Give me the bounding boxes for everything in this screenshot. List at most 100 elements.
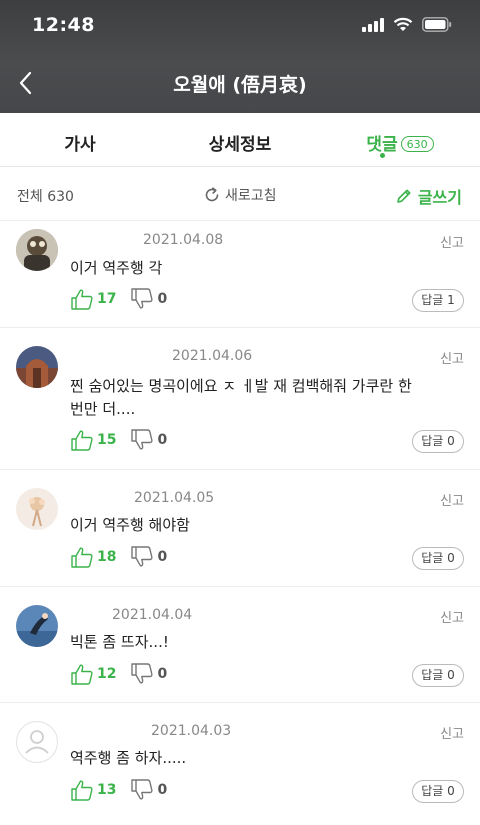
refresh-label: 새로고침	[225, 188, 277, 204]
comment-item: 2021.04.06 신고 찐 숨어있는 명곡이에요 ㅈ ㅔ발 재 컴백해줘 가…	[0, 328, 480, 470]
comment-date: 2021.04.05	[134, 490, 215, 506]
status-bar: 12:48	[32, 14, 452, 42]
avatar-image	[16, 346, 58, 388]
signal-icon	[362, 17, 384, 32]
like-button[interactable]: 15	[70, 429, 116, 451]
username	[70, 607, 106, 623]
avatar[interactable]	[16, 488, 58, 530]
thumbs-up-icon	[71, 289, 93, 310]
comment-text: 이거 역주행 각	[70, 259, 163, 277]
comment-text: 빅톤 좀 뜨자...!	[70, 633, 169, 651]
reply-button[interactable]: 답글 0	[412, 664, 464, 687]
comment-date: 2021.04.03	[151, 723, 232, 739]
write-label: 글쓰기	[417, 188, 462, 207]
tab-label: 상세정보	[208, 135, 272, 155]
avatar-image	[16, 229, 58, 271]
dislike-count: 0	[157, 432, 168, 448]
pencil-icon	[397, 189, 411, 203]
report-button[interactable]: 신고	[440, 723, 464, 742]
like-count: 15	[97, 432, 117, 448]
comment-text: 이거 역주행 해야함	[70, 516, 190, 534]
blurred-username	[70, 348, 166, 364]
status-icons	[362, 17, 452, 32]
dislike-button[interactable]: 0	[130, 429, 167, 451]
comment-count-badge: 630	[400, 136, 434, 152]
like-count: 12	[97, 666, 117, 682]
dislike-count: 0	[157, 291, 168, 307]
like-count: 13	[97, 782, 117, 798]
like-button[interactable]: 13	[70, 779, 116, 801]
tab-label: 댓글	[366, 135, 398, 155]
username	[70, 348, 166, 364]
comment-date: 2021.04.08	[143, 232, 224, 248]
refresh-icon	[205, 187, 219, 202]
like-button[interactable]: 12	[70, 663, 116, 685]
total-count: 전체 630	[17, 189, 74, 205]
comment-item: 2021.04.03 신고 역주행 좀 하자..... 13 0 답글 0	[0, 703, 480, 825]
comment-item: 2021.04.08 신고 이거 역주행 각 17 0 답글 1	[0, 222, 480, 328]
nav-bar: 오월애 (俉月哀)	[0, 58, 480, 108]
comment-item: 2021.04.05 신고 이거 역주행 해야함 18 0 답글 0	[0, 470, 480, 587]
report-button[interactable]: 신고	[440, 232, 464, 251]
wifi-icon	[393, 17, 413, 31]
comment-text: 찐 숨어있는 명곡이에요 ㅈ ㅔ발 재 컴백해줘 가쿠란 한번만 더....	[70, 377, 412, 418]
report-button[interactable]: 신고	[440, 607, 464, 626]
tab-bar: 가사 상세정보 댓글 630	[0, 113, 480, 167]
comment-actions: 18 0	[70, 546, 167, 568]
thumbs-down-icon	[131, 546, 154, 567]
username	[70, 232, 135, 248]
default-user-icon	[25, 730, 49, 754]
comment-actions: 13 0	[70, 779, 167, 801]
avatar[interactable]	[16, 229, 58, 271]
dislike-count: 0	[157, 782, 168, 798]
page-title: 오월애 (俉月哀)	[173, 74, 307, 96]
tab-details[interactable]: 상세정보	[160, 113, 320, 166]
reply-button[interactable]: 답글 0	[412, 430, 464, 453]
thumbs-down-icon	[131, 663, 154, 684]
thumbs-down-icon	[131, 429, 154, 450]
status-time: 12:48	[32, 14, 95, 36]
comment-item: 2021.04.04 신고 빅톤 좀 뜨자...! 12 0 답글 0	[0, 587, 480, 703]
dislike-button[interactable]: 0	[130, 663, 167, 685]
comment-toolbar: 전체 630 새로고침 글쓰기	[0, 167, 480, 221]
app-header: 12:48 오월애 (俉月哀)	[0, 0, 480, 113]
like-count: 18	[97, 549, 117, 565]
like-count: 17	[97, 291, 117, 307]
comment-actions: 12 0	[70, 663, 167, 685]
like-button[interactable]: 18	[70, 546, 116, 568]
tab-comments[interactable]: 댓글 630	[320, 113, 480, 166]
thumbs-up-icon	[71, 664, 93, 685]
like-button[interactable]: 17	[70, 288, 116, 310]
comment-actions: 15 0	[70, 429, 167, 451]
report-button[interactable]: 신고	[440, 490, 464, 509]
dislike-button[interactable]: 0	[130, 779, 167, 801]
reply-button[interactable]: 답글 0	[412, 547, 464, 570]
refresh-button[interactable]: 새로고침	[203, 185, 277, 205]
username	[70, 490, 128, 506]
avatar-image	[16, 605, 58, 647]
write-comment-button[interactable]: 글쓰기	[395, 184, 462, 208]
tab-lyrics[interactable]: 가사	[0, 113, 160, 166]
report-button[interactable]: 신고	[440, 348, 464, 367]
dislike-button[interactable]: 0	[130, 546, 167, 568]
comment-actions: 17 0	[70, 288, 167, 310]
reply-button[interactable]: 답글 0	[412, 780, 464, 803]
thumbs-down-icon	[131, 288, 154, 309]
active-tab-indicator	[380, 153, 385, 158]
thumbs-up-icon	[71, 547, 93, 568]
comment-list: 2021.04.08 신고 이거 역주행 각 17 0 답글 1 2021.04…	[0, 222, 480, 825]
avatar[interactable]	[16, 605, 58, 647]
avatar-image	[16, 488, 58, 530]
dislike-count: 0	[157, 549, 168, 565]
dislike-button[interactable]: 0	[130, 288, 167, 310]
reply-button[interactable]: 답글 1	[412, 289, 464, 312]
comment-date: 2021.04.04	[112, 607, 193, 623]
battery-icon	[422, 17, 452, 32]
username	[70, 723, 146, 739]
comment-date: 2021.04.06	[172, 348, 253, 364]
avatar[interactable]	[16, 346, 58, 388]
blurred-username	[70, 490, 128, 506]
avatar[interactable]	[16, 721, 58, 763]
thumbs-up-icon	[71, 430, 93, 451]
blurred-username	[70, 232, 135, 248]
